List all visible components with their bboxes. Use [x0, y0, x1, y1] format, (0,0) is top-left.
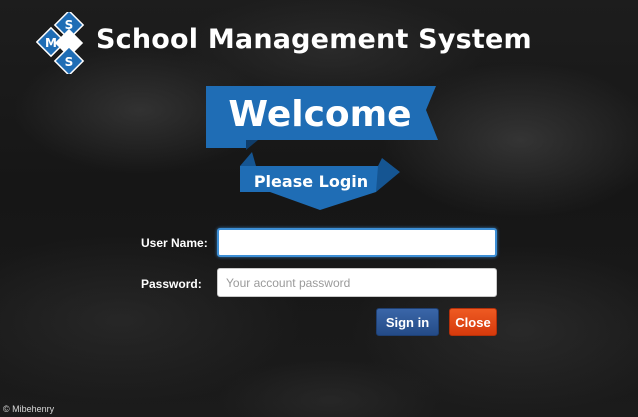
- sign-in-button[interactable]: Sign in: [376, 308, 439, 336]
- please-login-text: Please Login: [253, 172, 369, 191]
- password-label: Password:: [141, 277, 202, 291]
- close-button[interactable]: Close: [449, 308, 497, 336]
- banner-ribbon-fold: [246, 140, 258, 150]
- banner-tail-left: [240, 152, 256, 166]
- logo-letter-s-bottom: S: [65, 55, 74, 69]
- welcome-heading: Welcome: [228, 94, 412, 135]
- password-input[interactable]: [217, 268, 497, 297]
- username-label: User Name:: [141, 236, 208, 250]
- banner-swoosh: [270, 192, 376, 210]
- app-title: School Management System: [96, 24, 532, 55]
- logo-letter-s-top: S: [65, 18, 74, 32]
- school-logo-icon: M S S: [36, 12, 85, 74]
- username-input[interactable]: [217, 228, 497, 257]
- logo-letter-m: M: [45, 36, 57, 50]
- copyright-text: © Mibehenry: [3, 404, 55, 414]
